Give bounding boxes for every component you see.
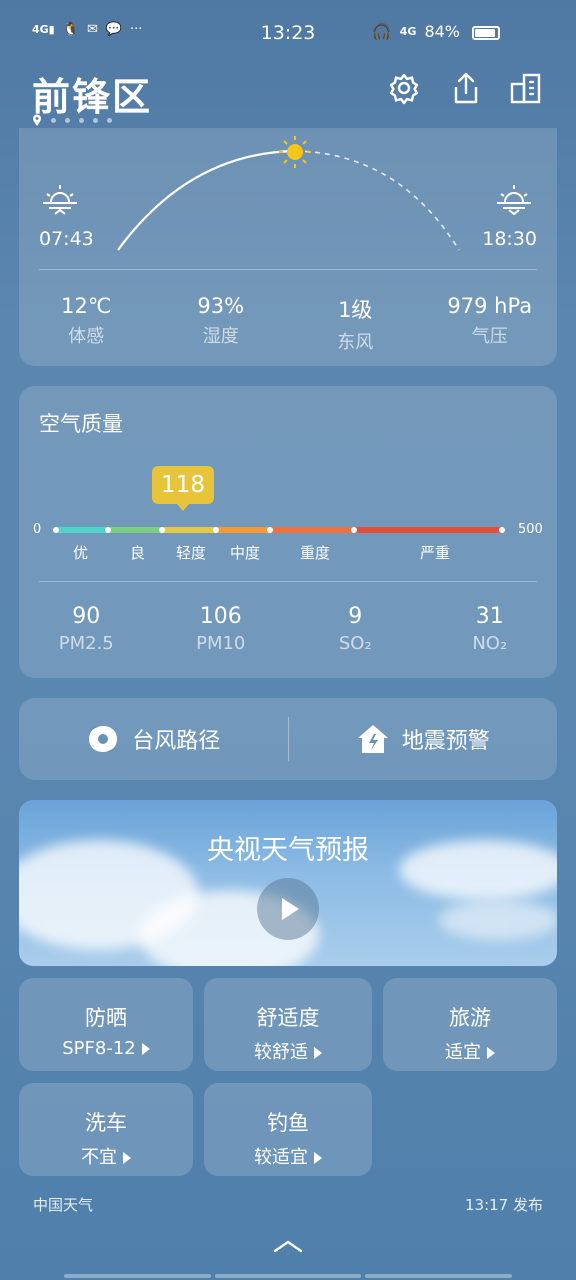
index-fishing[interactable]: 钓鱼 较适宜 xyxy=(204,1083,372,1176)
index-sunscreen[interactable]: 防晒 SPF8-12 xyxy=(19,978,193,1071)
city-name[interactable]: 前锋区 xyxy=(32,66,152,121)
index-comfort[interactable]: 舒适度 较舒适 xyxy=(204,978,372,1071)
index-car-wash[interactable]: 洗车 不宜 xyxy=(19,1083,193,1176)
page-dot xyxy=(65,118,70,123)
level-light: 轻度 xyxy=(176,544,207,562)
battery-icon xyxy=(472,26,500,40)
sunrise-time: 07:43 xyxy=(39,228,94,250)
stat-humidity: 93% 湿度 xyxy=(197,294,245,347)
city-manage-icon[interactable] xyxy=(508,70,544,106)
pollutant-pm25: 90 PM2.5 xyxy=(58,604,114,654)
sunrise-icon xyxy=(43,185,77,215)
air-quality-card[interactable]: 空气质量 118 0 500 优 良 轻度 中度 重度 严重 90 PM2.5 1… xyxy=(19,386,557,678)
data-source: 中国天气 xyxy=(33,1196,94,1214)
publish-time: 13:17 发布 xyxy=(465,1196,543,1214)
page-dot xyxy=(93,118,98,123)
page-dot xyxy=(107,118,112,123)
level-heavy: 重度 xyxy=(300,544,331,562)
weather-stats: 12℃ 体感 93% 湿度 1级 东风 979 hPa 气压 xyxy=(19,294,557,354)
page-indicator xyxy=(32,114,112,127)
level-moderate: 中度 xyxy=(230,544,261,562)
air-quality-title: 空气质量 xyxy=(39,412,123,436)
typhoon-icon xyxy=(89,726,118,752)
level-good: 良 xyxy=(130,544,146,562)
network-label: 4G xyxy=(399,25,417,38)
weather-video-card[interactable]: 央视天气预报 xyxy=(19,800,557,966)
typhoon-path-button[interactable]: 台风路径 xyxy=(19,722,288,756)
arrow-right-icon xyxy=(314,1047,322,1059)
arrow-right-icon xyxy=(141,1043,150,1055)
pollutant-so2: 9 SO₂ xyxy=(338,604,372,654)
pollutant-no2: 31 NO₂ xyxy=(472,604,508,654)
cloud xyxy=(439,900,557,940)
arrow-right-icon xyxy=(123,1152,131,1164)
quick-links: 台风路径 地震预警 xyxy=(19,698,557,780)
page-dot xyxy=(79,118,84,123)
sun-card: 07:43 18:30 12℃ 体感 93% 湿度 1级 东风 979 hPa 气压 xyxy=(19,128,557,366)
sunset-time: 18:30 xyxy=(482,228,537,250)
sunset-icon xyxy=(497,185,531,216)
headphone-icon: 🎧 xyxy=(371,22,392,41)
level-severe: 严重 xyxy=(420,544,451,562)
settings-gear-icon[interactable] xyxy=(386,70,422,106)
chevron-up-icon[interactable] xyxy=(272,1238,304,1254)
aqi-scale-bar xyxy=(53,527,505,533)
share-icon[interactable] xyxy=(448,70,484,106)
pollutant-list: 90 PM2.5 106 PM10 9 SO₂ 31 NO₂ xyxy=(19,604,557,654)
sun-arc xyxy=(43,136,531,251)
earthquake-warning-label: 地震预警 xyxy=(401,729,490,754)
pollutant-pm10: 106 PM10 xyxy=(196,604,246,654)
status-right: 🎧 4G 84% xyxy=(372,22,460,41)
typhoon-path-label: 台风路径 xyxy=(132,729,221,754)
level-excellent: 优 xyxy=(73,544,89,562)
divider xyxy=(39,581,537,582)
status-bar: 4G▮ 🐧 ✉ 💬 ··· 13:23 🎧 4G 84% xyxy=(0,0,576,64)
location-pin-icon xyxy=(33,114,41,126)
stat-wind: 1级 东风 xyxy=(337,298,374,353)
page-dot xyxy=(51,118,56,123)
index-travel[interactable]: 旅游 适宜 xyxy=(383,978,557,1071)
battery-percent: 84% xyxy=(424,22,460,41)
arrow-right-icon xyxy=(487,1047,495,1059)
arrow-right-icon xyxy=(314,1152,322,1164)
header: 前锋区 xyxy=(0,64,576,128)
stat-pressure: 979 hPa 气压 xyxy=(447,294,533,347)
gesture-bar xyxy=(64,1274,513,1278)
earthquake-house-icon xyxy=(357,725,388,753)
divider xyxy=(39,269,537,270)
aqi-badge: 118 xyxy=(152,466,214,511)
earthquake-warning-button[interactable]: 地震预警 xyxy=(289,722,558,756)
stat-feels-like: 12℃ 体感 xyxy=(61,294,112,347)
video-title: 央视天气预报 xyxy=(207,835,369,866)
play-button[interactable] xyxy=(257,878,319,940)
